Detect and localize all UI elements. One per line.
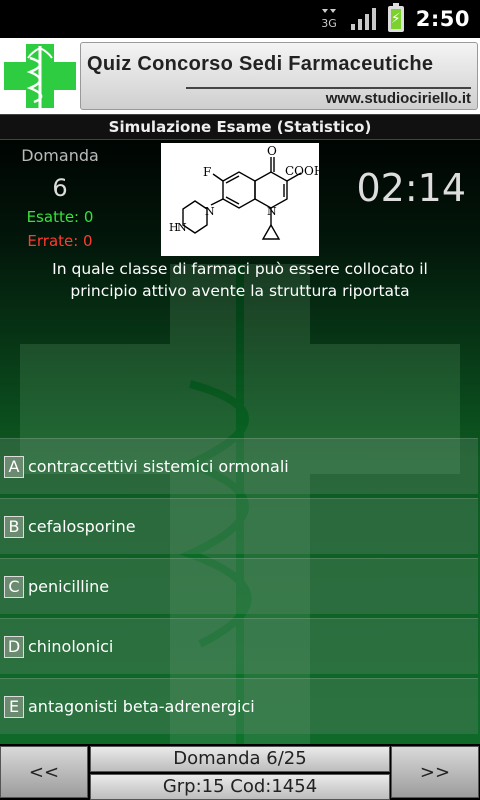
answer-option-c[interactable]: C penicilline	[0, 558, 478, 614]
next-question-button[interactable]: >>	[391, 746, 479, 798]
footer-nav: << Domanda 6/25 Grp:15 Cod:1454 >>	[0, 744, 480, 800]
quiz-main: Simulazione Esame (Statistico) Domanda 6…	[0, 114, 480, 744]
banner: Quiz Concorso Sedi Farmaceutiche www.stu…	[80, 42, 478, 110]
network-3g-icon: 3G	[319, 7, 339, 31]
status-time: 2:50	[415, 7, 470, 31]
answer-letter: A	[4, 455, 24, 478]
answer-text: cefalosporine	[28, 517, 136, 536]
previous-question-button[interactable]: <<	[0, 746, 88, 798]
pharmacy-cross-logo-icon	[0, 38, 80, 114]
chemical-structure-image: O COOH F N H N N	[161, 143, 319, 256]
atom-n-ring: N	[267, 205, 277, 218]
question-progress: Domanda 6/25	[90, 746, 390, 772]
question-text: In quale classe di farmaci può essere co…	[52, 260, 428, 300]
correct-count: Esatte: 0	[26, 208, 94, 226]
answer-text: contraccettivi sistemici ormonali	[28, 457, 289, 476]
answer-text: antagonisti beta-adrenergici	[28, 697, 255, 716]
question-codes: Grp:15 Cod:1454	[90, 774, 390, 800]
answer-text: penicilline	[28, 577, 110, 596]
atom-cooh: COOH	[285, 164, 319, 178]
app-header: Quiz Concorso Sedi Farmaceutiche www.stu…	[0, 38, 480, 114]
website-link[interactable]: www.studiociriello.it	[185, 87, 471, 107]
network-type: 3G	[321, 17, 337, 30]
answer-option-d[interactable]: D chinolonici	[0, 618, 478, 674]
subtitle-bar: Simulazione Esame (Statistico)	[0, 114, 480, 140]
atom-n-h: N	[177, 221, 187, 234]
battery-charging-icon: ⚡	[387, 3, 404, 32]
answer-option-b[interactable]: B cefalosporine	[0, 498, 478, 554]
atom-f: F	[203, 165, 211, 179]
answer-list: A contraccettivi sistemici ormonali B ce…	[0, 438, 480, 738]
answer-letter: B	[4, 515, 24, 538]
exam-mode-title: Simulazione Esame (Statistico)	[108, 118, 372, 136]
answer-text: chinolonici	[28, 637, 114, 656]
answer-letter: D	[4, 635, 24, 658]
atom-o: O	[267, 144, 277, 158]
answer-option-a[interactable]: A contraccettivi sistemici ormonali	[0, 438, 478, 494]
question-label: Domanda	[21, 146, 99, 165]
wrong-count: Errate: 0	[27, 232, 93, 250]
answer-letter: C	[4, 575, 24, 598]
signal-icon	[350, 8, 376, 30]
answer-option-e[interactable]: E antagonisti beta-adrenergici	[0, 678, 478, 734]
countdown-timer: 02:14	[356, 166, 466, 210]
question-number: 6	[52, 174, 68, 202]
atom-n-piperazine: N	[205, 205, 215, 218]
answer-letter: E	[4, 695, 24, 718]
app-title: Quiz Concorso Sedi Farmaceutiche	[87, 53, 434, 75]
status-bar: 3G ⚡ 2:50	[0, 0, 480, 38]
